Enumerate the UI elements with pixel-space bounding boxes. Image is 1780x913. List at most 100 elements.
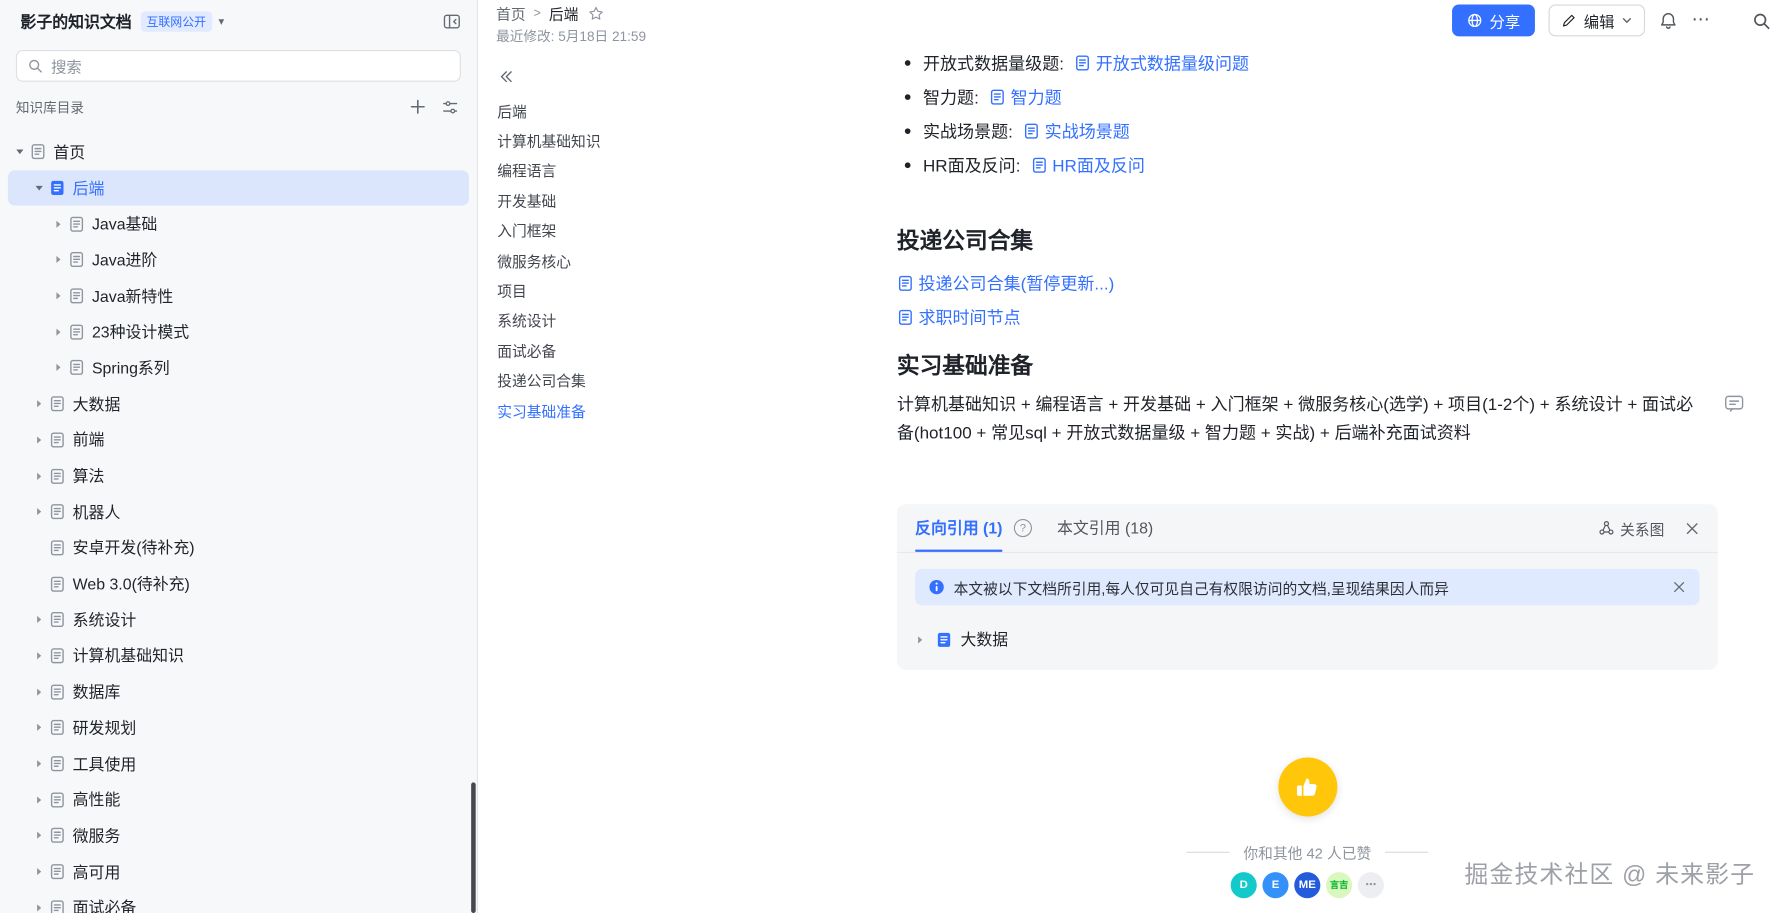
collapse-sidebar-icon[interactable] xyxy=(443,12,461,30)
info-icon xyxy=(929,579,945,595)
tree-item-label: Java新特性 xyxy=(91,286,174,306)
outline-item[interactable]: 后端 xyxy=(497,95,897,125)
tree-item[interactable]: Spring系列 xyxy=(8,350,469,386)
breadcrumb-home[interactable]: 首页 xyxy=(496,2,526,24)
doc-link-icon xyxy=(989,88,1006,105)
chevron-right-icon[interactable] xyxy=(30,435,49,445)
chevron-right-icon[interactable] xyxy=(915,634,925,644)
avatar[interactable]: 言吉 xyxy=(1326,872,1353,899)
tree-item[interactable]: 微服务 xyxy=(8,818,469,854)
chevron-right-icon[interactable] xyxy=(30,471,49,481)
avatar[interactable]: ME xyxy=(1294,872,1321,899)
chevron-right-icon[interactable] xyxy=(30,687,49,697)
reference-item[interactable]: 大数据 xyxy=(915,622,1699,656)
tree-item[interactable]: 研发规划 xyxy=(8,710,469,746)
outline-item[interactable]: 投递公司合集 xyxy=(497,365,897,395)
caret-down-icon[interactable]: ▾ xyxy=(219,15,225,27)
tree-item[interactable]: 安卓开发(待补充) xyxy=(8,530,469,566)
tree-item[interactable]: Java进阶 xyxy=(8,242,469,278)
doc-link[interactable]: 求职时间节点 xyxy=(897,305,1021,329)
document-icon xyxy=(49,647,73,664)
tree-item[interactable]: 23种设计模式 xyxy=(8,314,469,350)
doc-link[interactable]: 开放式数据量级问题 xyxy=(1074,51,1249,75)
chevron-right-icon[interactable] xyxy=(30,507,49,517)
avatar[interactable]: ⋯ xyxy=(1357,872,1384,899)
outline-item[interactable]: 计算机基础知识 xyxy=(497,125,897,155)
chevron-right-icon[interactable] xyxy=(30,903,49,913)
references-tab[interactable]: 本文引用 (18) xyxy=(1057,504,1153,552)
share-button[interactable]: 分享 xyxy=(1452,4,1535,37)
chevron-right-icon[interactable] xyxy=(30,651,49,661)
avatar[interactable]: E xyxy=(1262,872,1289,899)
chevron-right-icon[interactable] xyxy=(49,363,68,373)
breadcrumb-current[interactable]: 后端 xyxy=(549,2,579,24)
tree-item[interactable]: Java新特性 xyxy=(8,278,469,314)
tree-item[interactable]: 前端 xyxy=(8,422,469,458)
chevron-right-icon[interactable] xyxy=(30,759,49,769)
sidebar-scrollbar[interactable] xyxy=(471,782,476,913)
comment-icon[interactable] xyxy=(1723,393,1745,420)
references-tab[interactable]: 反向引用 (1) xyxy=(915,504,1003,552)
help-icon[interactable]: ? xyxy=(1013,518,1032,538)
tree-item[interactable]: Java基础 xyxy=(8,206,469,242)
chevron-right-icon[interactable] xyxy=(49,219,68,229)
tree-item-label: Java基础 xyxy=(91,214,158,234)
tree-item[interactable]: 数据库 xyxy=(8,674,469,710)
chevron-right-icon[interactable] xyxy=(49,327,68,337)
tree-item[interactable]: 首页 xyxy=(8,134,469,170)
notifications-bell-icon[interactable] xyxy=(1659,11,1678,30)
like-button[interactable] xyxy=(1277,757,1337,817)
outline-item[interactable]: 入门框架 xyxy=(497,215,897,245)
outline-item[interactable]: 项目 xyxy=(497,275,897,305)
doc-link[interactable]: 实战场景题 xyxy=(1023,119,1130,143)
outline-item[interactable]: 实习基础准备 xyxy=(497,395,897,425)
chevron-right-icon[interactable] xyxy=(49,291,68,301)
chevron-right-icon[interactable] xyxy=(30,867,49,877)
display-settings-icon[interactable] xyxy=(442,98,459,115)
outline-item[interactable]: 开发基础 xyxy=(497,185,897,215)
tree-item[interactable]: 大数据 xyxy=(8,386,469,422)
outline-item[interactable]: 系统设计 xyxy=(497,305,897,335)
tree-item[interactable]: 系统设计 xyxy=(8,602,469,638)
chevron-down-icon[interactable] xyxy=(10,147,29,157)
chevron-right-icon[interactable] xyxy=(30,831,49,841)
tree-item[interactable]: 机器人 xyxy=(8,494,469,530)
more-options-icon[interactable]: ⋯ xyxy=(1692,11,1711,29)
chevron-right-icon[interactable] xyxy=(49,255,68,265)
chevron-right-icon[interactable] xyxy=(30,795,49,805)
document-area: 后端 计算机基础知识 编程语言 开发基础 入门框架 微服务核心 项目 系统设计 面试必备 投递公司… xyxy=(478,43,1780,913)
avatar[interactable]: D xyxy=(1230,872,1257,899)
doc-link[interactable]: 智力题 xyxy=(989,85,1062,109)
chevron-right-icon[interactable] xyxy=(30,723,49,733)
outline-item[interactable]: 面试必备 xyxy=(497,335,897,365)
collapse-outline-icon[interactable] xyxy=(497,66,897,86)
tree-item[interactable]: 计算机基础知识 xyxy=(8,638,469,674)
tree-item[interactable]: 面试必备 xyxy=(8,890,469,913)
divider-line xyxy=(1384,851,1429,853)
edit-button[interactable]: 编辑 xyxy=(1548,4,1646,37)
search-input[interactable]: 搜索 xyxy=(15,49,461,82)
chevron-right-icon[interactable] xyxy=(30,399,49,409)
tree-item[interactable]: 高性能 xyxy=(8,782,469,818)
dismiss-notice-icon[interactable] xyxy=(1672,580,1686,594)
chevron-down-icon[interactable] xyxy=(30,183,49,193)
chevron-right-icon[interactable] xyxy=(30,615,49,625)
favorite-star-icon[interactable] xyxy=(589,5,605,21)
tree-item[interactable]: Web 3.0(待补充) xyxy=(8,566,469,602)
tree-item[interactable]: 高可用 xyxy=(8,854,469,890)
tree-item[interactable]: 后端 xyxy=(7,169,469,206)
tree-item[interactable]: 工具使用 xyxy=(8,746,469,782)
tree-item-label: 后端 xyxy=(72,178,105,198)
doc-link[interactable]: 投递公司合集(暂停更新...) xyxy=(897,271,1114,295)
outline-item[interactable]: 编程语言 xyxy=(497,155,897,185)
close-references-icon[interactable] xyxy=(1685,521,1700,536)
outline-list: 后端 计算机基础知识 编程语言 开发基础 入门框架 微服务核心 项目 系统设计 面试必备 投递公司… xyxy=(497,95,897,425)
relation-graph-button[interactable]: 关系图 xyxy=(1598,517,1664,539)
tree-item-label: 大数据 xyxy=(72,394,121,413)
doc-link[interactable]: HR面及反问 xyxy=(1031,153,1145,177)
add-page-icon[interactable] xyxy=(410,99,426,115)
section-title: 实习基础准备 xyxy=(896,354,1034,380)
doc-search-icon[interactable] xyxy=(1752,11,1771,30)
outline-item[interactable]: 微服务核心 xyxy=(497,245,897,275)
tree-item[interactable]: 算法 xyxy=(8,458,469,494)
